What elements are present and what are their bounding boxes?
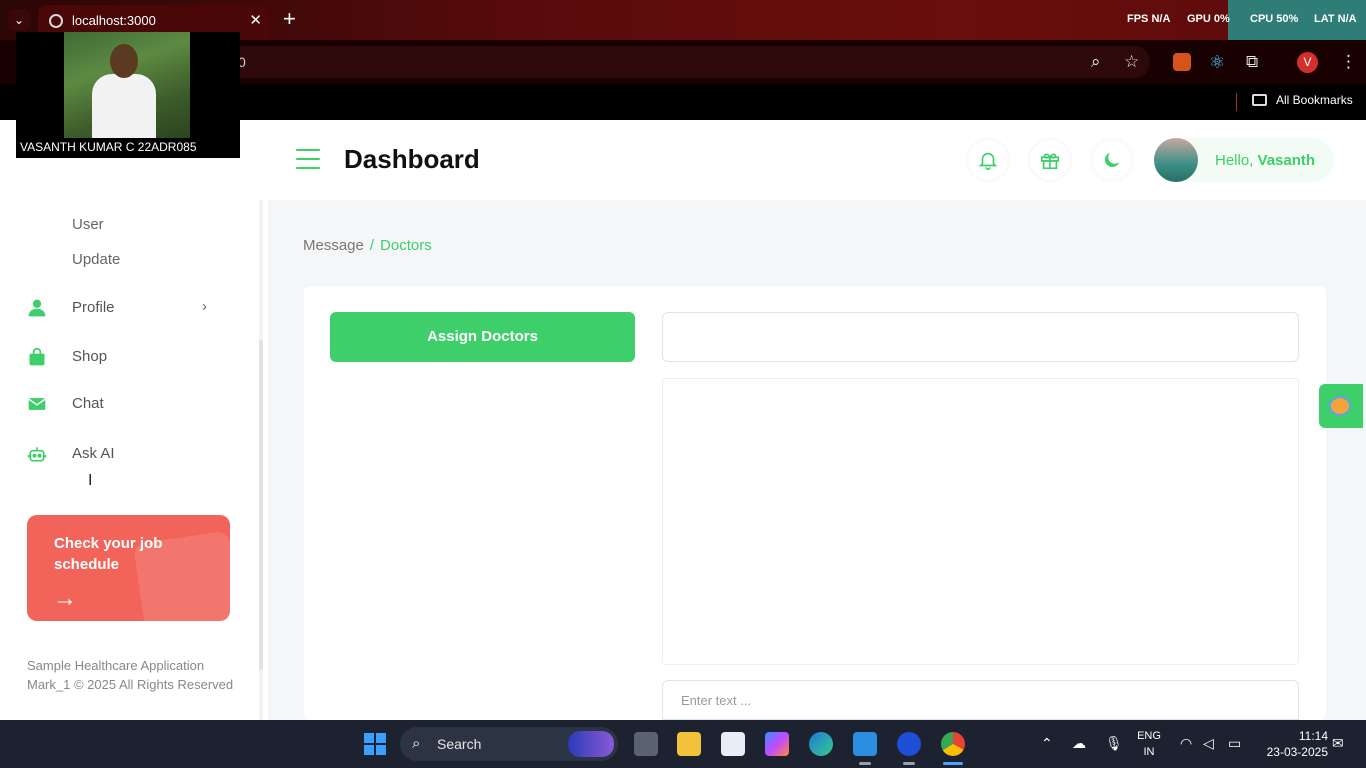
assign-doctors-button[interactable]: Assign Doctors [330,312,635,362]
tray-chevron-up-icon[interactable]: ⌃ [1041,735,1053,752]
mail-icon [28,398,46,410]
chat-header-field[interactable] [662,312,1299,362]
more-menu-icon[interactable]: ⋮ [1340,52,1357,72]
sidebar-item-label: Ask AI [72,445,115,462]
notification-center-icon[interactable]: ✉ [1332,735,1344,752]
arrow-right-icon[interactable]: → [53,585,77,613]
volume-icon[interactable]: ◁ [1203,735,1214,752]
user-icon [28,299,46,317]
windows-taskbar: ⌕ Search ⌃ ☁ 🎙 ENG IN ◠ ◁ ▭ 11:14 23-03-… [0,720,1366,768]
notification-button[interactable] [968,140,1008,180]
wifi-icon[interactable]: ◠ [1180,735,1192,752]
folder-icon[interactable] [1252,94,1267,106]
file-explorer-icon[interactable] [677,732,701,756]
address-bar[interactable]: 0 [220,46,1150,78]
main-content: Message / Doctors Assign Doctors [268,200,1366,720]
job-card-text: Check your job schedule [54,535,163,573]
vscode-icon[interactable] [853,732,877,756]
zoom-running-indicator [903,762,915,765]
all-bookmarks-link[interactable]: All Bookmarks [1276,93,1353,107]
gpu-label: GPU 0% [1187,13,1230,25]
shopping-bag-icon [29,347,45,366]
robot-icon [27,447,47,462]
sidebar-item-ask-ai[interactable]: Ask AI [27,442,227,468]
lat-label: LAT N/A [1314,13,1357,25]
sidebar-item-label: Chat [72,395,104,412]
breadcrumb: Message / Doctors [303,237,432,254]
person-figure [92,74,156,138]
sidebar-subitem-update[interactable]: Update [72,251,120,268]
breadcrumb-separator: / [369,237,375,254]
language-label[interactable]: ENG [1136,730,1162,742]
tab-list-chevron-icon[interactable]: ⌄ [8,9,30,31]
battery-icon[interactable]: ▭ [1228,735,1241,752]
sidebar-footer: Sample Healthcare Application Mark_1 © 2… [27,658,234,692]
fps-label: FPS N/A [1127,13,1171,25]
bookmark-star-icon[interactable]: ☆ [1124,52,1139,72]
vscode-running-indicator [859,762,871,765]
windows-start-icon[interactable] [364,733,386,755]
chrome-active-indicator [943,762,963,765]
clock-date[interactable]: 23-03-2025 [1252,745,1328,759]
microphone-icon[interactable]: 🎙 [1105,735,1123,752]
tab-close-icon[interactable]: ✕ [249,11,262,29]
new-tab-plus-icon[interactable]: + [283,7,296,31]
message-input[interactable] [662,680,1299,720]
breadcrumb-current: Doctors [380,237,432,254]
tab-title: localhost:3000 [72,13,156,28]
chrome-icon[interactable] [941,732,965,756]
search-icon: ⌕ [412,735,421,752]
zoom-app-icon[interactable] [897,732,921,756]
widget-icon [1329,396,1351,416]
sidebar-item-label: Shop [72,348,108,365]
doctors-card: Assign Doctors [304,286,1326,720]
hamburger-menu-icon[interactable] [296,149,320,169]
clock-time[interactable]: 11:14 [1258,729,1328,743]
text-cursor-icon: I [88,472,93,489]
app-page: Dashboard Hello, Vasanth User Update Pro… [0,120,1366,720]
profile-avatar-icon[interactable]: V [1297,52,1318,73]
chevron-right-icon: › [202,298,207,315]
sidebar-scrollbar-thumb[interactable] [259,340,263,670]
globe-icon [49,14,63,28]
metamask-extension-icon[interactable] [1173,53,1191,71]
page-title: Dashboard [344,144,480,174]
person-head [110,44,138,78]
sidebar-item-profile[interactable]: Profile › [27,296,227,322]
search-highlight-icon [568,731,614,757]
bookmarks-divider [1236,93,1237,111]
user-avatar [1154,138,1198,182]
floating-widget-button[interactable] [1319,384,1363,428]
edge-icon[interactable] [809,732,833,756]
moon-icon [1104,152,1120,168]
sidebar-item-label: Profile [72,299,115,316]
task-view-icon[interactable] [634,732,658,756]
search-label: Search [437,736,482,752]
webcam-name-label: VASANTH KUMAR C 22ADR085 [20,140,197,154]
dark-mode-toggle[interactable] [1092,140,1132,180]
breadcrumb-parent[interactable]: Message [303,237,364,254]
react-devtools-icon[interactable]: ⚛ [1209,53,1225,71]
region-label[interactable]: IN [1136,746,1162,758]
gift-icon [1040,153,1060,170]
zoom-icon[interactable]: ⌕ [1091,52,1101,72]
user-menu[interactable]: Hello, Vasanth [1154,138,1334,182]
webcam-video [64,32,190,138]
sidebar: User Update Profile › Shop Chat Ask AI I… [0,200,263,720]
greeting: Hello, Vasanth [1215,152,1316,169]
gift-button[interactable] [1030,140,1070,180]
webcam-overlay: VASANTH KUMAR C 22ADR085 [16,32,240,158]
job-schedule-card[interactable]: Check your job schedule → [27,515,230,621]
sidebar-item-chat[interactable]: Chat [27,392,227,418]
onedrive-icon[interactable]: ☁ [1072,735,1086,752]
extensions-puzzle-icon[interactable]: ⧉ [1246,52,1258,72]
copilot-icon[interactable] [765,732,789,756]
chat-messages-area[interactable] [662,378,1299,665]
cpu-label: CPU 50% [1250,13,1299,25]
taskbar-search[interactable]: ⌕ Search [400,727,618,761]
microsoft-store-icon[interactable] [721,732,745,756]
sidebar-item-shop[interactable]: Shop [27,345,227,371]
sidebar-subitem-user[interactable]: User [72,216,104,233]
bell-icon [978,152,998,170]
